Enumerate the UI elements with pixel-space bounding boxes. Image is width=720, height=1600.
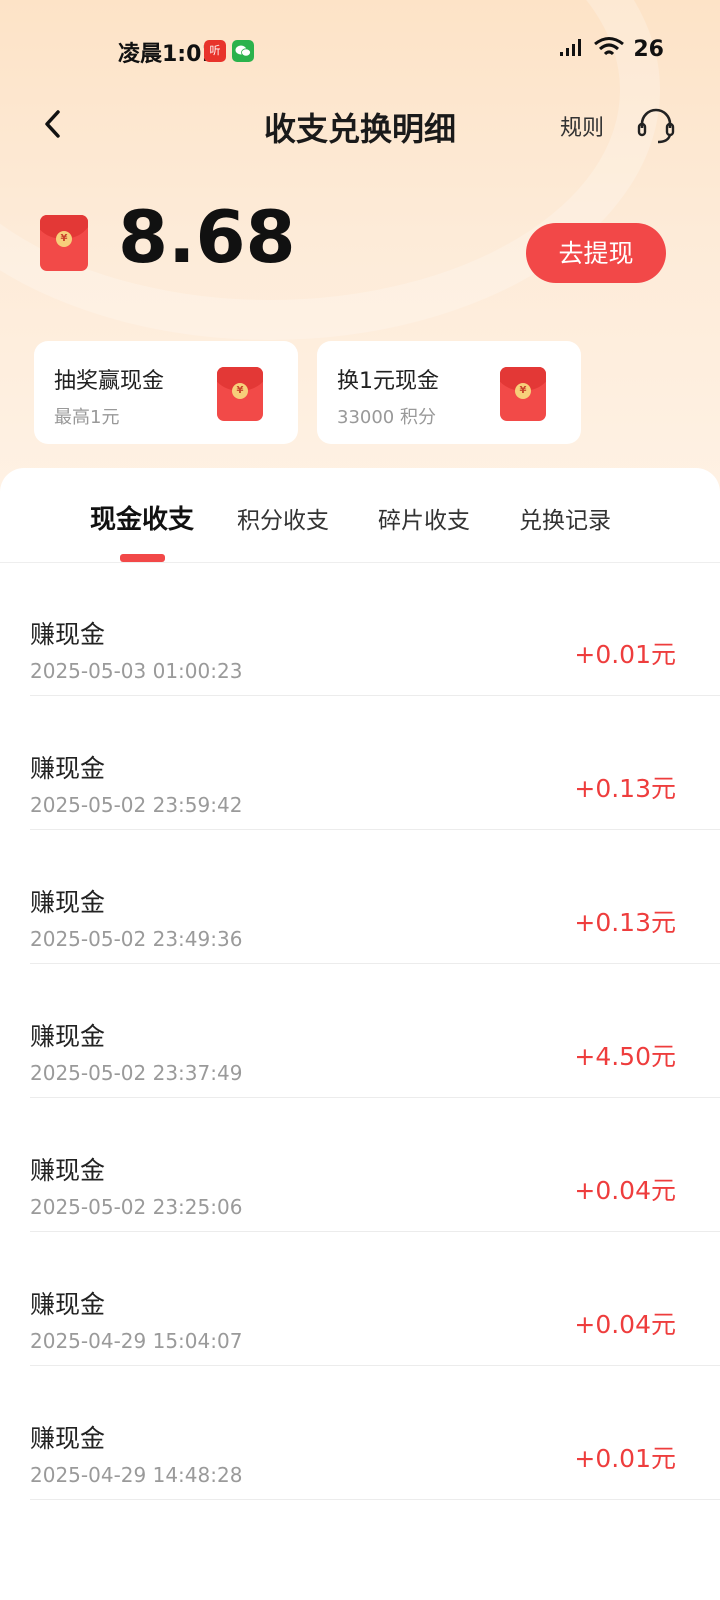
list-item[interactable]: 赚现金 2025-04-29 14:48:28 +0.01元	[0, 1366, 720, 1500]
rules-link[interactable]: 规则	[560, 110, 604, 142]
tab-points[interactable]: 积分收支	[237, 501, 329, 535]
headset-icon	[637, 108, 675, 144]
wechat-icon	[232, 40, 254, 62]
txn-title: 赚现金	[30, 1022, 106, 1051]
txn-time: 2025-05-02 23:59:42	[30, 793, 243, 817]
withdraw-button[interactable]: 去提现	[526, 223, 666, 283]
record-tabs: 现金收支 积分收支 碎片收支 兑换记录	[0, 468, 720, 563]
txn-amount: +0.04元	[574, 1310, 676, 1339]
transaction-list: 赚现金 2025-05-03 01:00:23 +0.01元 赚现金 2025-…	[0, 562, 720, 1500]
promo-subtitle: 最高1元	[54, 407, 120, 428]
exchange-cash-card[interactable]: 换1元现金 33000 积分 ¥	[317, 341, 581, 444]
nav-bar: 收支兑换明细 规则	[0, 90, 720, 160]
txn-title: 赚现金	[30, 1290, 106, 1319]
page-title: 收支兑换明细	[263, 110, 456, 148]
support-button[interactable]	[634, 104, 678, 148]
wifi-icon	[593, 36, 625, 62]
txn-time: 2025-05-02 23:37:49	[30, 1061, 243, 1085]
tingshu-app-icon: 听	[204, 40, 226, 62]
lottery-cash-card[interactable]: 抽奖赢现金 最高1元 ¥	[34, 341, 298, 444]
tab-cash[interactable]: 现金收支	[90, 499, 194, 536]
txn-title: 赚现金	[30, 1424, 106, 1453]
tab-fragments[interactable]: 碎片收支	[378, 501, 470, 535]
txn-amount: +0.01元	[574, 1444, 676, 1473]
list-item[interactable]: 赚现金 2025-05-02 23:25:06 +0.04元	[0, 1098, 720, 1232]
txn-time: 2025-05-03 01:00:23	[30, 659, 243, 683]
active-tab-indicator	[120, 554, 165, 562]
status-indicators: 26	[559, 36, 664, 62]
txn-time: 2025-04-29 15:04:07	[30, 1329, 243, 1353]
red-envelope-icon: ¥	[500, 367, 546, 421]
balance-area: ¥ 8.68 去提现	[0, 195, 720, 305]
txn-title: 赚现金	[30, 1156, 106, 1185]
promo-title: 抽奖赢现金	[54, 369, 165, 394]
signal-icon	[559, 37, 585, 61]
txn-time: 2025-05-02 23:25:06	[30, 1195, 243, 1219]
txn-amount: +0.13元	[574, 774, 676, 803]
status-bar: 凌晨1:01 听 26	[0, 0, 720, 100]
battery-level: 26	[633, 36, 664, 62]
red-envelope-icon: ¥	[40, 215, 88, 271]
tab-exchange-records[interactable]: 兑换记录	[519, 501, 611, 535]
txn-amount: +0.13元	[574, 908, 676, 937]
txn-title: 赚现金	[30, 620, 106, 649]
txn-time: 2025-05-02 23:49:36	[30, 927, 243, 951]
red-envelope-icon: ¥	[217, 367, 263, 421]
promo-title: 换1元现金	[337, 369, 439, 394]
list-item[interactable]: 赚现金 2025-05-03 01:00:23 +0.01元	[0, 562, 720, 696]
cash-balance: 8.68	[118, 195, 296, 279]
list-item[interactable]: 赚现金 2025-05-02 23:37:49 +4.50元	[0, 964, 720, 1098]
txn-time: 2025-04-29 14:48:28	[30, 1463, 243, 1487]
txn-title: 赚现金	[30, 754, 106, 783]
txn-amount: +4.50元	[574, 1042, 676, 1071]
list-item[interactable]: 赚现金 2025-05-02 23:59:42 +0.13元	[0, 696, 720, 830]
promo-subtitle: 33000 积分	[337, 407, 436, 428]
txn-amount: +0.01元	[574, 640, 676, 669]
status-time: 凌晨1:01	[118, 42, 217, 67]
list-item[interactable]: 赚现金 2025-05-02 23:49:36 +0.13元	[0, 830, 720, 964]
txn-amount: +0.04元	[574, 1176, 676, 1205]
records-panel: 现金收支 积分收支 碎片收支 兑换记录 赚现金 2025-05-03 01:00…	[0, 468, 720, 1600]
list-item[interactable]: 赚现金 2025-04-29 15:04:07 +0.04元	[0, 1232, 720, 1366]
txn-title: 赚现金	[30, 888, 106, 917]
